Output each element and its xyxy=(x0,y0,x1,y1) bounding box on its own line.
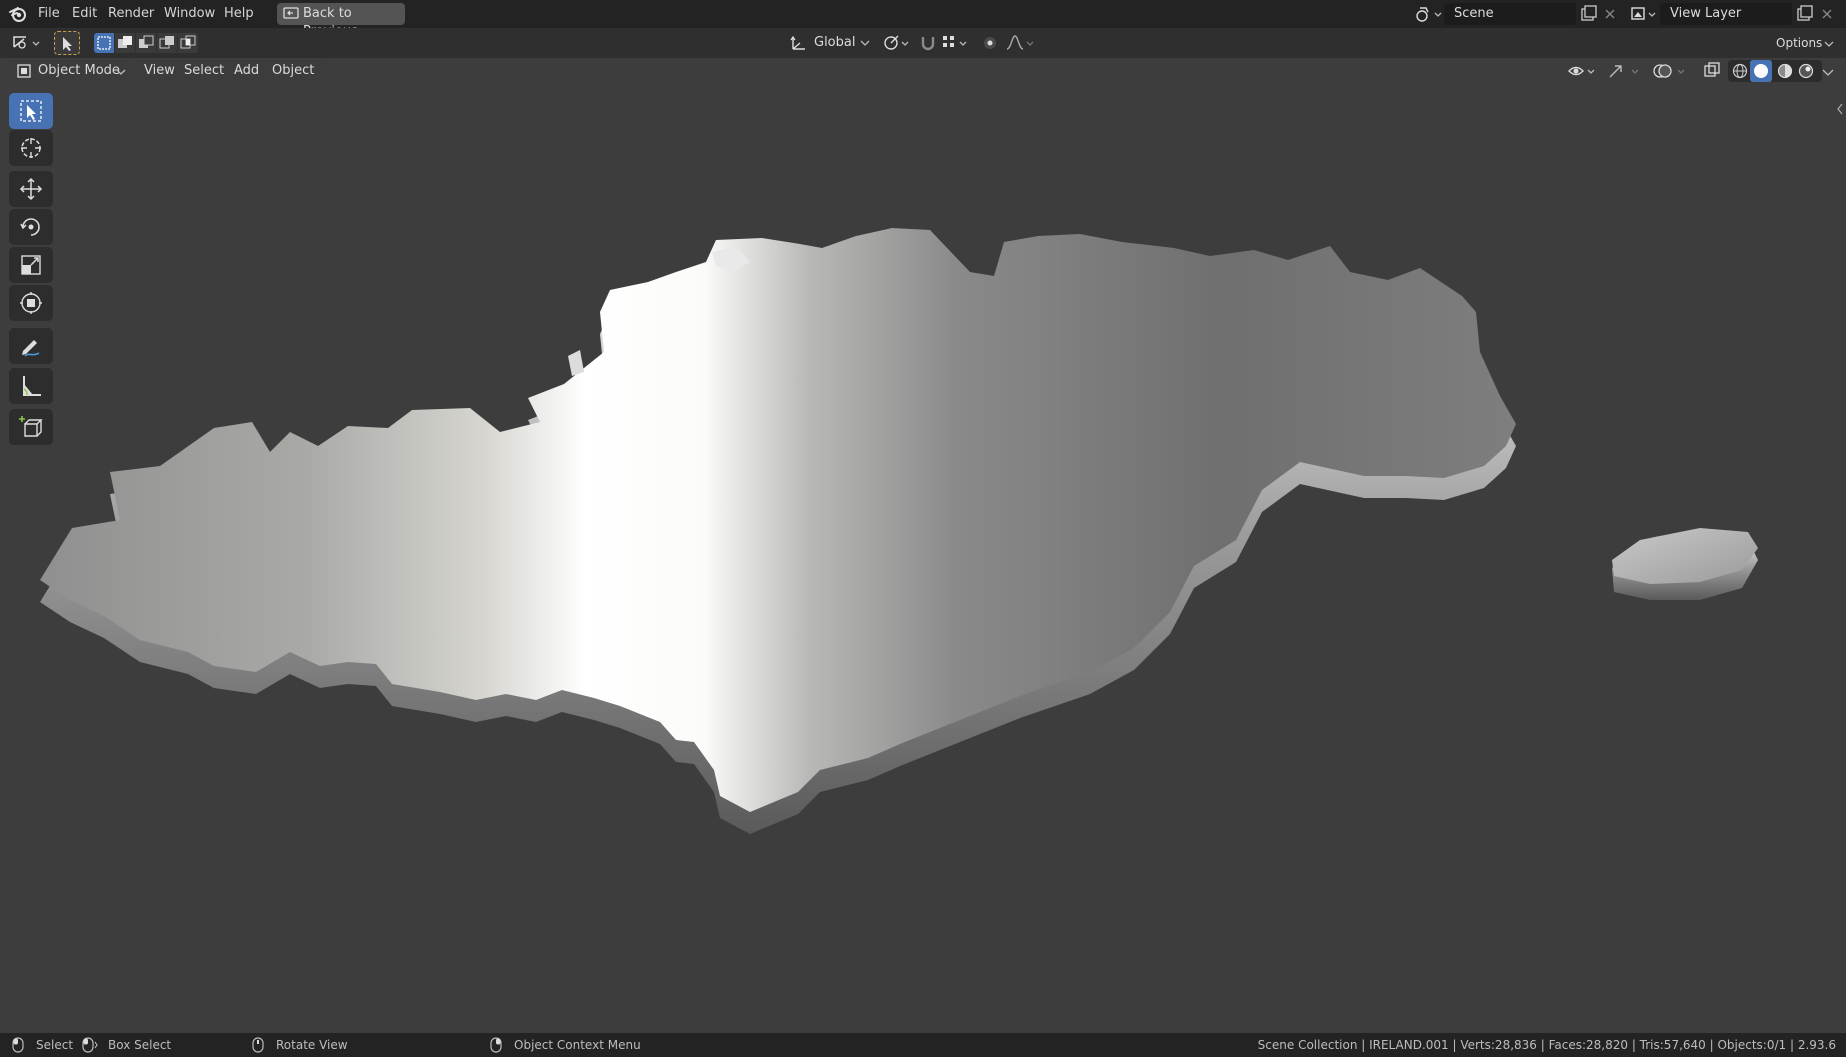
scene-statistics: Scene Collection | IRELAND.001 | Verts:2… xyxy=(1257,1038,1836,1052)
mouse-drag-icon xyxy=(82,1037,98,1053)
xray-toggle-icon[interactable] xyxy=(1702,61,1722,81)
select-invert-icon xyxy=(159,36,174,49)
top-menu-bar: File Edit Render Window Help Back to Pre… xyxy=(0,0,1846,39)
snap-toggle-icon[interactable] xyxy=(918,33,938,53)
chevron-down-icon xyxy=(860,40,870,46)
active-tool-button[interactable] xyxy=(54,31,80,55)
cursor-tool[interactable] xyxy=(9,130,53,166)
3d-viewport[interactable]: Object Mode View Select Add Object xyxy=(0,58,1846,1033)
menu-render[interactable]: Render xyxy=(108,5,154,23)
annotate-pencil-icon xyxy=(22,340,40,357)
select-set-icon xyxy=(97,36,111,50)
select-box-tool[interactable] xyxy=(9,93,53,129)
editor-type-icon[interactable] xyxy=(10,33,44,53)
selection-mode-group xyxy=(94,33,200,53)
solid-shading-button[interactable] xyxy=(1750,60,1772,82)
snap-target-icon[interactable] xyxy=(940,33,970,53)
scale-icon xyxy=(21,255,41,275)
mouse-right-icon xyxy=(490,1037,502,1053)
options-label: Options xyxy=(1776,36,1823,50)
scene-icon[interactable] xyxy=(1414,4,1444,24)
cursor-arrow-icon xyxy=(63,37,72,51)
shading-mode-group xyxy=(1728,60,1822,82)
move-arrows-icon xyxy=(19,177,43,201)
new-view-layer-icon[interactable] xyxy=(1796,5,1814,23)
mouse-middle-icon xyxy=(252,1037,264,1053)
mouse-left-icon xyxy=(12,1037,24,1053)
chevron-down-icon xyxy=(1824,41,1834,47)
menu-object[interactable]: Object xyxy=(264,60,323,82)
rendered-shading-icon[interactable] xyxy=(1797,62,1815,80)
status-bar: Select Box Select Rotate View Object Con… xyxy=(0,1033,1846,1057)
pivot-point-icon[interactable] xyxy=(882,33,912,53)
move-tool[interactable] xyxy=(9,171,53,207)
visibility-eye-icon[interactable] xyxy=(1566,61,1600,81)
menu-edit[interactable]: Edit xyxy=(72,5,97,23)
options-dropdown[interactable]: Options xyxy=(1768,32,1838,54)
delete-view-layer-icon[interactable] xyxy=(1820,7,1834,21)
tool-shelf xyxy=(0,58,60,458)
add-cube-icon xyxy=(19,416,43,437)
back-to-previous-button[interactable]: Back to Previous xyxy=(277,3,405,39)
view-layer-icon[interactable] xyxy=(1630,4,1660,24)
orientation-axes-icon xyxy=(790,35,805,50)
mode-intersect-button[interactable] xyxy=(178,33,198,53)
status-hint-rotate-view: Rotate View xyxy=(276,1038,348,1052)
menu-add[interactable]: Add xyxy=(226,60,268,82)
select-extend-icon xyxy=(118,36,132,48)
overlays-icon[interactable] xyxy=(1652,61,1692,81)
sidebar-toggle-icon[interactable] xyxy=(1836,103,1844,115)
orientation-label: Global xyxy=(814,35,856,50)
add-cube-tool[interactable] xyxy=(9,409,53,445)
ireland-3d-mesh[interactable] xyxy=(0,58,1846,1033)
mode-invert-button[interactable] xyxy=(157,33,177,53)
rotate-icon xyxy=(20,218,40,236)
mesh-islet-west xyxy=(568,350,584,376)
status-hint-context-menu: Object Context Menu xyxy=(514,1038,641,1052)
transform-icon xyxy=(20,292,42,314)
solid-shading-icon xyxy=(1754,64,1768,78)
scale-tool[interactable] xyxy=(9,247,53,283)
falloff-curve-icon[interactable] xyxy=(1004,33,1038,53)
new-scene-icon[interactable] xyxy=(1580,5,1598,23)
measure-tool[interactable] xyxy=(9,368,53,404)
viewport-header: Object Mode View Select Add Object xyxy=(0,58,1846,84)
menu-select[interactable]: Select xyxy=(176,60,233,82)
wireframe-shading-icon[interactable] xyxy=(1731,62,1749,80)
back-screen-icon xyxy=(283,7,299,19)
proportional-edit-icon[interactable] xyxy=(980,33,1000,53)
menu-help[interactable]: Help xyxy=(224,5,254,23)
mesh-top-face xyxy=(40,228,1516,812)
gizmo-toggle-icon[interactable] xyxy=(1606,61,1646,81)
transform-orientation-dropdown[interactable]: Global xyxy=(788,31,874,55)
material-preview-shading-icon[interactable] xyxy=(1776,62,1794,80)
scene-name-field[interactable]: Scene xyxy=(1444,3,1576,25)
status-hint-box-select: Box Select xyxy=(108,1038,172,1052)
mode-subtract-button[interactable] xyxy=(136,33,156,53)
3d-cursor-icon xyxy=(21,138,41,158)
chevron-down-icon xyxy=(116,69,126,75)
mesh-island-east xyxy=(1612,528,1758,600)
menu-window[interactable]: Window xyxy=(164,5,215,23)
select-box-icon xyxy=(20,100,42,122)
annotate-tool[interactable] xyxy=(9,328,53,364)
view-layer-name-field[interactable]: View Layer xyxy=(1660,3,1792,25)
rotate-tool[interactable] xyxy=(9,209,53,245)
transform-tool[interactable] xyxy=(9,285,53,321)
measure-ruler-icon xyxy=(23,376,41,396)
blender-logo-icon[interactable] xyxy=(8,5,28,23)
menu-file[interactable]: File xyxy=(38,5,60,23)
select-subtract-icon xyxy=(139,35,154,48)
status-hint-select: Select xyxy=(36,1038,74,1052)
shading-options-chevron-icon[interactable] xyxy=(1822,69,1834,77)
view-layer-name: View Layer xyxy=(1670,6,1742,21)
tool-settings-header: Global Options xyxy=(0,28,1846,58)
delete-scene-icon[interactable] xyxy=(1603,7,1617,21)
mode-extend-button[interactable] xyxy=(115,33,135,53)
select-intersect-icon xyxy=(180,35,196,49)
scene-name: Scene xyxy=(1454,6,1494,21)
mode-set-button[interactable] xyxy=(94,33,114,53)
